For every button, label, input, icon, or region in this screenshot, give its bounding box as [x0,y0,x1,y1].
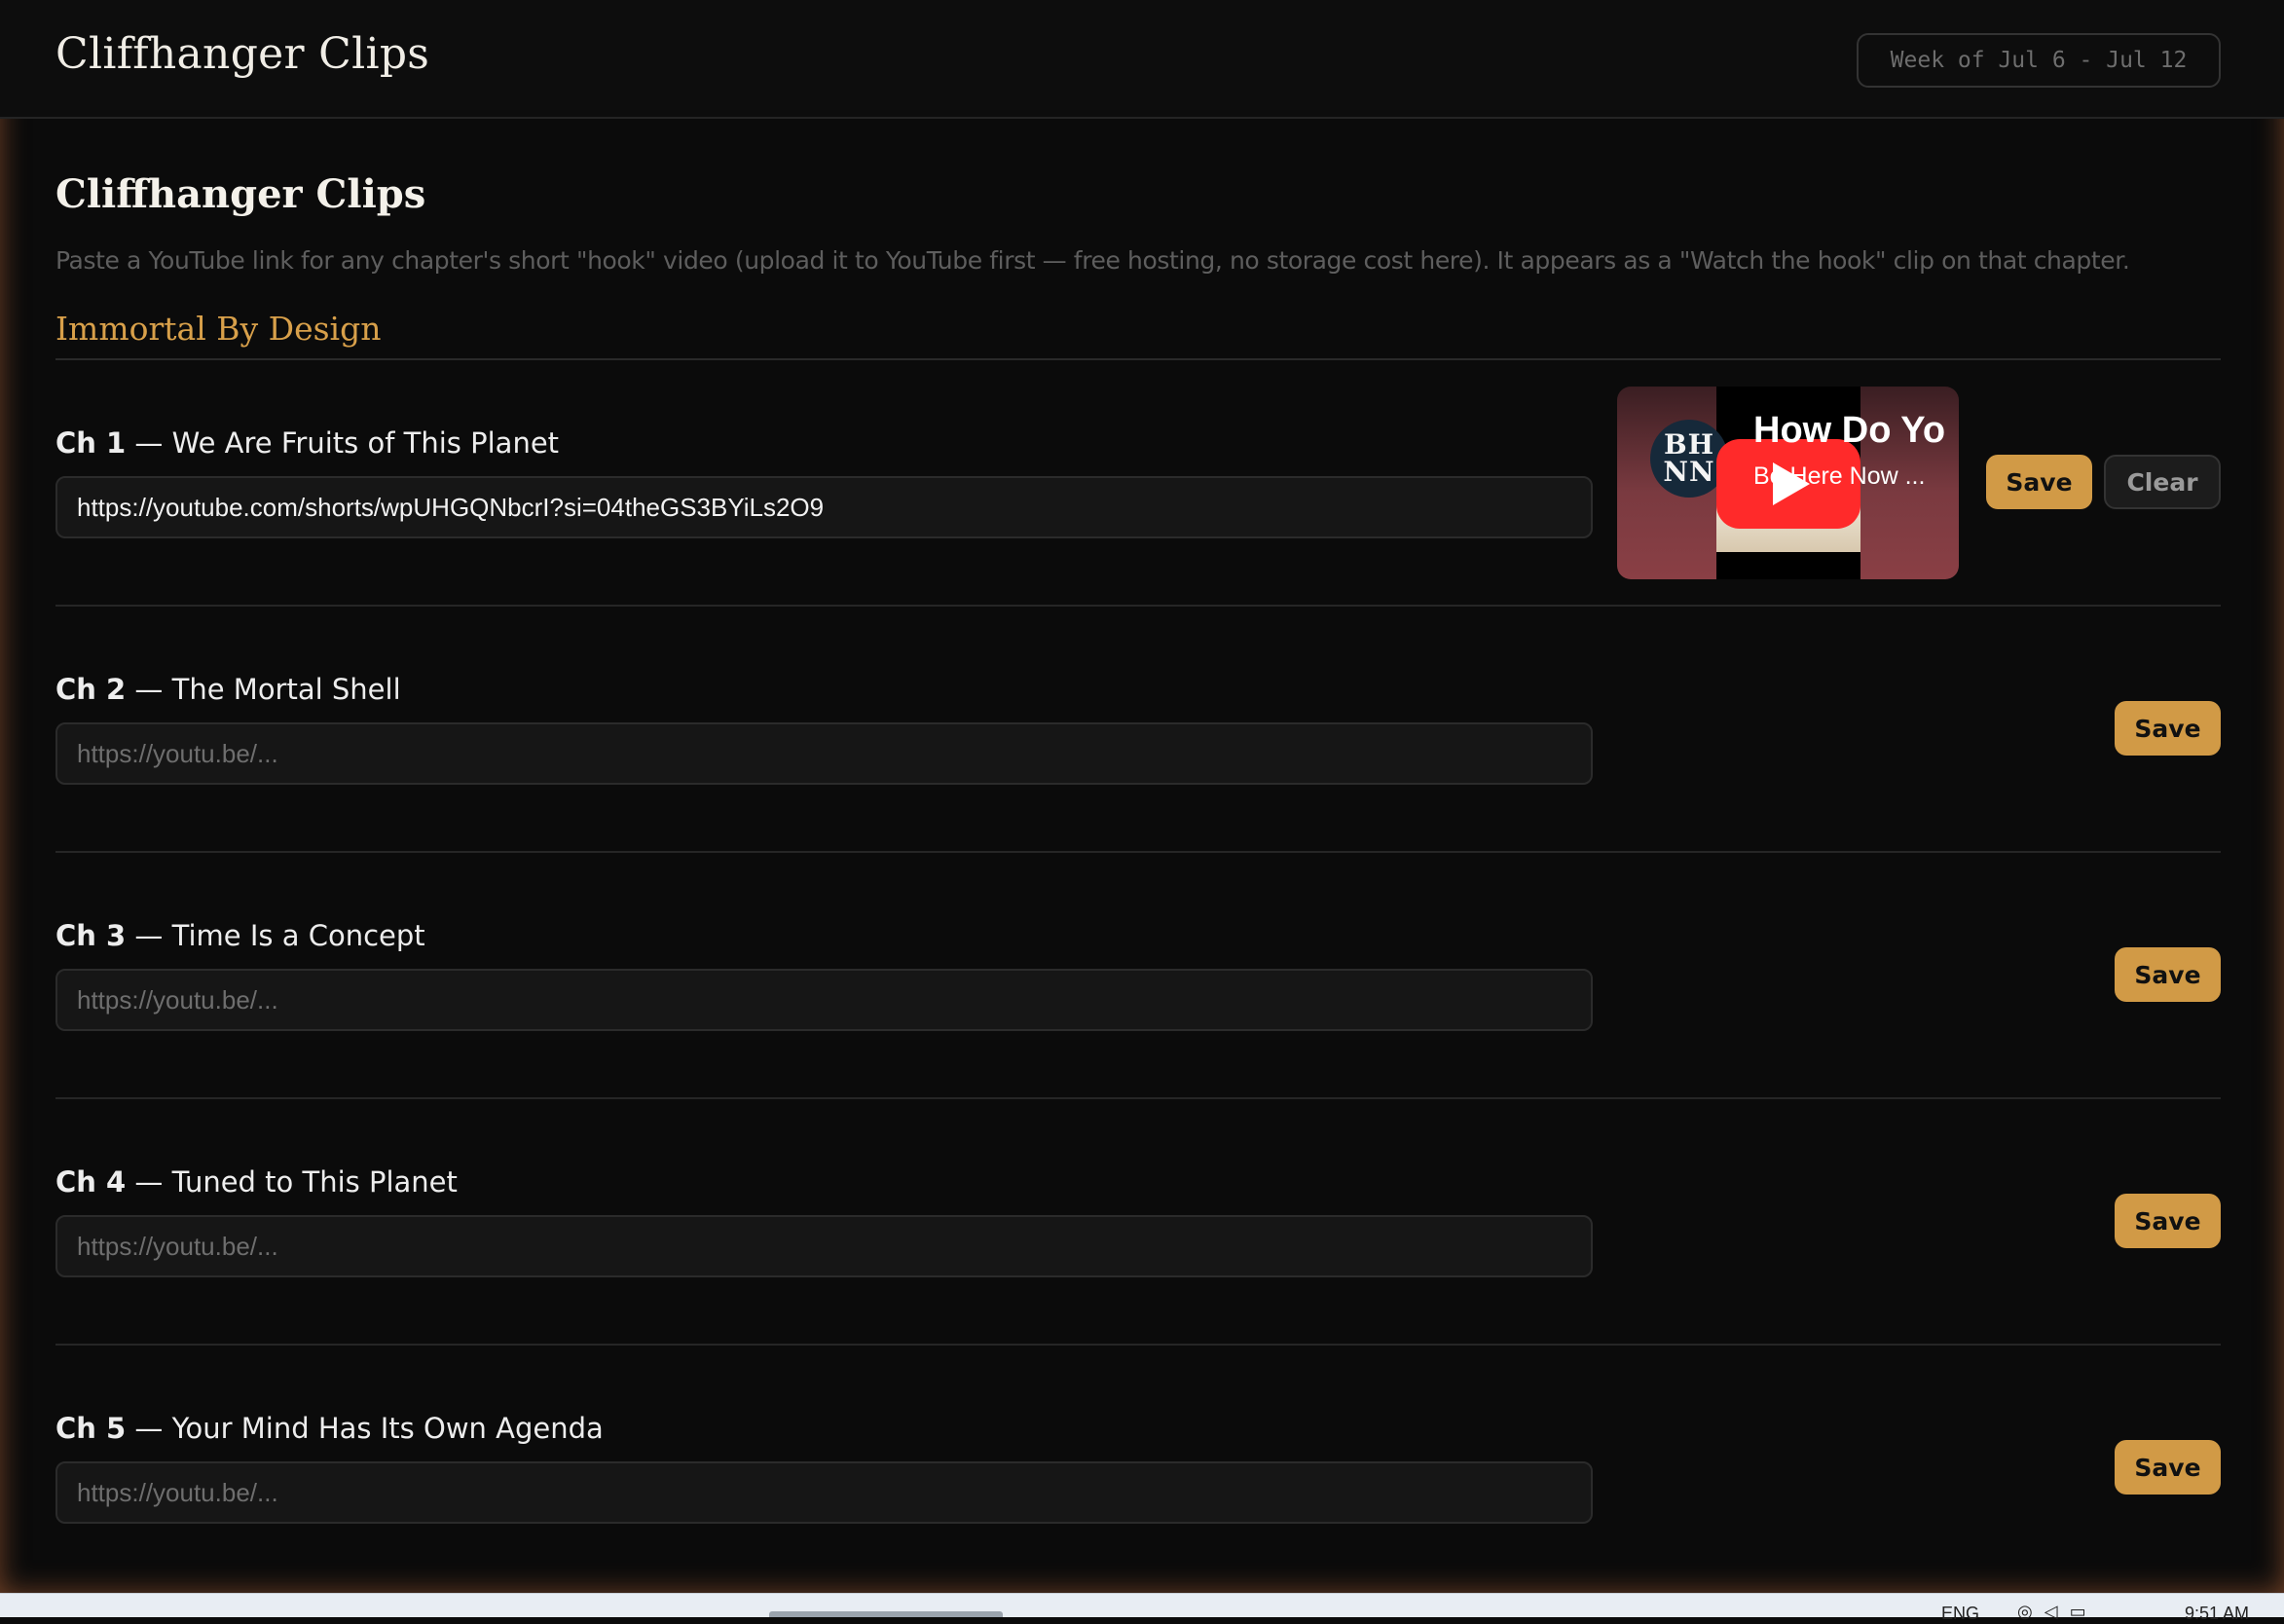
chapter-label: Ch 3 — Time Is a Concept [55,919,425,952]
chapter-title: — We Are Fruits of This Planet [126,426,560,460]
chapter-2-url-input[interactable] [55,722,1593,785]
chapter-number: Ch 3 [55,919,127,952]
chapter-number: Ch 2 [55,673,127,706]
chapter-number: Ch 4 [55,1165,127,1199]
chapter-title: — Your Mind Has Its Own Agenda [126,1412,604,1445]
chapter-3-url-input[interactable] [55,969,1593,1031]
chapter-label: Ch 4 — Tuned to This Planet [55,1165,458,1199]
chapter-3-save-button[interactable]: Save [2115,947,2221,1002]
battery-icon[interactable]: ▭ [2070,1602,2098,1621]
chapter-1-clear-button[interactable]: Clear [2104,455,2221,509]
chapter-label: Ch 1 — We Are Fruits of This Planet [55,426,559,460]
brand-title: Cliffhanger Clips [55,29,430,79]
video-subtitle: Be Here Now ... [1753,462,1926,490]
chapter-title: — The Mortal Shell [126,673,401,706]
chapter-5-url-input[interactable] [55,1461,1593,1524]
taskbar-active-app-indicator[interactable] [769,1611,1003,1617]
chapter-row-2: Ch 2 — The Mortal Shell Save [55,607,2221,853]
chapter-label: Ch 5 — Your Mind Has Its Own Agenda [55,1412,604,1445]
chapter-label: Ch 2 — The Mortal Shell [55,673,401,706]
chapter-row-4: Ch 4 — Tuned to This Planet Save [55,1099,2221,1346]
language-indicator[interactable]: ENG [1941,1604,1979,1624]
chapter-row-1: Ch 1 — We Are Fruits of This Planet BH N… [55,360,2221,607]
chapter-row-3: Ch 3 — Time Is a Concept Save [55,853,2221,1099]
chapter-4-url-input[interactable] [55,1215,1593,1277]
chapter-number: Ch 1 [55,426,127,460]
top-bar: Cliffhanger Clips Week of Jul 6 - Jul 12 [0,0,2284,119]
week-range-badge: Week of Jul 6 - Jul 12 [1857,33,2221,88]
video-preview-thumbnail[interactable]: BH NN How Do Yo Be Here Now ... [1617,387,1959,579]
chapter-2-save-button[interactable]: Save [2115,701,2221,756]
chapter-title: — Time Is a Concept [126,919,425,952]
book-title: Immortal By Design [55,310,382,348]
clock[interactable]: 9:51 AM [2185,1604,2249,1624]
wifi-icon[interactable]: ◎ [2017,1602,2045,1621]
system-tray-icons[interactable]: ◎◁▭ [2017,1602,2098,1622]
volume-icon[interactable]: ◁ [2045,1602,2070,1621]
chapter-row-5: Ch 5 — Your Mind Has Its Own Agenda Save [55,1346,2221,1592]
app-frame: Cliffhanger Clips Week of Jul 6 - Jul 12… [0,0,2284,1593]
chapter-number: Ch 5 [55,1412,127,1445]
page-description: Paste a YouTube link for any chapter's s… [55,246,2130,275]
chapter-1-save-button[interactable]: Save [1986,455,2092,509]
os-taskbar: ENG ◎◁▭ 9:51 AM [0,1593,2284,1623]
page-title: Cliffhanger Clips [55,171,426,217]
chapter-title: — Tuned to This Planet [126,1165,458,1199]
video-title: How Do Yo [1753,410,1946,451]
chapter-5-save-button[interactable]: Save [2115,1440,2221,1495]
chapter-4-save-button[interactable]: Save [2115,1194,2221,1248]
chapter-1-url-input[interactable] [55,476,1593,538]
